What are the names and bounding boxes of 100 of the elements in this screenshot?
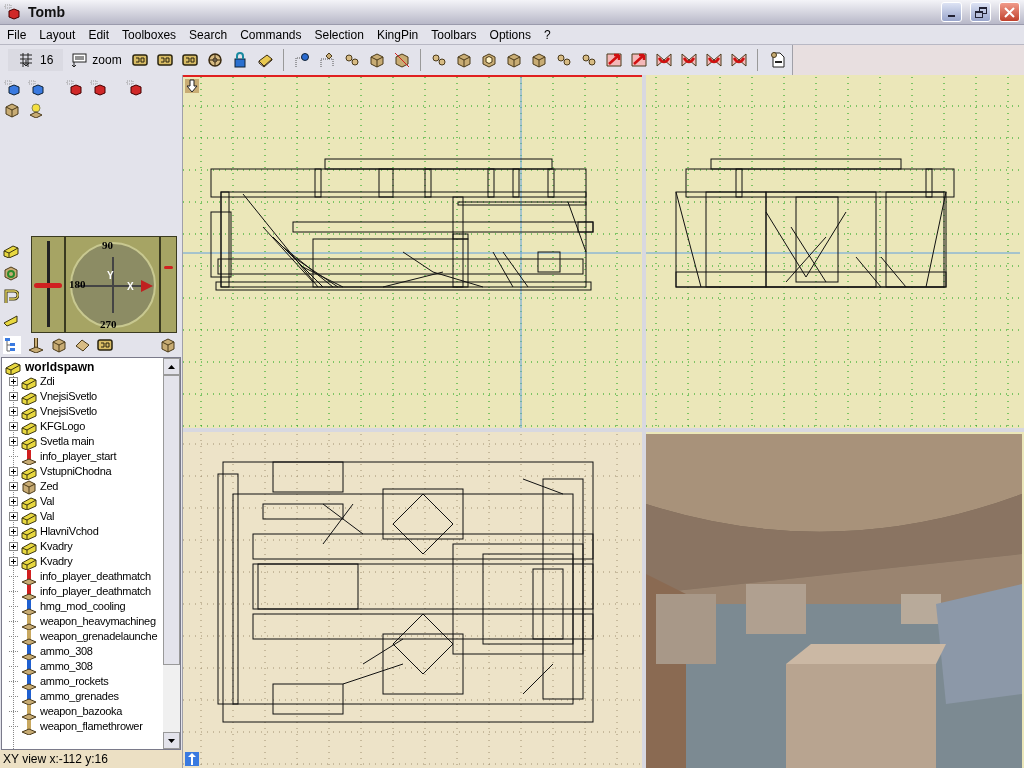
map-view[interactable] [646,75,1024,428]
restore-button[interactable] [970,2,991,22]
cube-icon[interactable] [455,52,472,68]
tree-item[interactable]: ammo_rockets [40,673,109,690]
bow-icon[interactable] [655,52,672,68]
menu-item[interactable]: Commands [235,25,307,44]
tree-item[interactable]: weapon_grenadelaunche [40,628,158,645]
cubes-icon[interactable] [555,52,572,68]
expand-button[interactable] [9,482,18,491]
tree-item[interactable]: info_player_deathmatch [40,583,151,600]
tree-view-tab[interactable] [3,336,21,354]
zoom-slider[interactable] [31,236,65,333]
expand-button[interactable] [9,557,18,566]
menu-item[interactable]: Edit [83,25,115,44]
tree-item[interactable]: Zdi [40,373,55,390]
expand-button[interactable] [9,392,18,401]
menu-item[interactable]: Search [184,25,233,44]
cube-icon[interactable] [368,52,385,68]
config-file-icon[interactable] [769,52,786,68]
close-button[interactable] [999,2,1020,22]
angle-compass[interactable]: 90 180 270 Y X [65,236,160,333]
tree-item[interactable]: info_player_start [40,448,117,465]
map-view[interactable] [183,75,642,428]
lock-icon[interactable] [231,52,248,68]
scroll-down-button[interactable] [163,732,180,749]
expand-button[interactable] [9,407,18,416]
cube-icon[interactable] [3,265,19,281]
cube-icon[interactable] [530,52,547,68]
tree-item[interactable]: Val [40,493,55,510]
tree-item[interactable]: Svetla main [40,433,95,450]
tree-item[interactable]: VnejsiSvetlo [40,388,97,405]
block-icon[interactable] [156,52,173,68]
cubes-icon[interactable] [343,52,360,68]
cubes-icon[interactable] [430,52,447,68]
slider-handle[interactable] [164,266,173,270]
tree-item[interactable]: HlavniVchod [40,523,99,540]
node-icon[interactable] [293,52,310,68]
cube-icon[interactable] [4,102,20,118]
cubes-icon[interactable] [580,52,597,68]
bow-icon[interactable] [705,52,722,68]
expand-button[interactable] [9,512,18,521]
face-icon[interactable] [74,337,90,353]
block-icon[interactable] [131,52,148,68]
block-icon[interactable] [181,52,198,68]
cube-icon[interactable] [126,80,142,96]
expand-button[interactable] [9,422,18,431]
tree-item[interactable]: weapon_heavymachineg [40,613,156,630]
block-icon[interactable] [97,337,113,353]
expand-button[interactable] [9,467,18,476]
expand-button[interactable] [9,377,18,386]
tree-item[interactable]: VstupniChodna [40,463,112,480]
bow-icon[interactable] [730,52,747,68]
node-icon[interactable] [318,52,335,68]
tree-item[interactable]: KFGLogo [40,418,85,435]
menu-item[interactable]: File [2,25,32,44]
expand-button[interactable] [9,527,18,536]
expand-button[interactable] [9,542,18,551]
cube-icon[interactable] [66,80,82,96]
expand-button[interactable] [9,437,18,446]
hook-icon[interactable] [3,288,19,304]
menu-item[interactable]: KingPin [371,25,424,44]
menu-item[interactable]: Selection [309,25,369,44]
tree-item[interactable]: weapon_flamethrower [40,718,143,735]
minimize-button[interactable] [941,2,962,22]
expand-button[interactable] [9,497,18,506]
menu-item[interactable]: Options [484,25,536,44]
tree-item[interactable]: ammo_308 [40,643,93,660]
tree-item[interactable]: Val [40,508,55,525]
redarrow-icon[interactable] [605,52,622,68]
tree-item[interactable]: Kvadry [40,553,73,570]
menu-item[interactable]: Layout [34,25,81,44]
scrollbar-thumb[interactable] [163,375,180,665]
zoom-button[interactable]: zoom [68,49,125,71]
light-icon[interactable] [28,102,44,118]
redarrow-icon[interactable] [630,52,647,68]
tree-item[interactable]: Zed [40,478,59,495]
cube-icon[interactable] [160,337,176,353]
height-slider[interactable] [160,236,177,333]
folder-icon[interactable] [3,242,19,258]
tree-item[interactable]: ammo_308 [40,658,93,675]
bow-icon[interactable] [680,52,697,68]
menu-item[interactable]: Toolboxes [117,25,182,44]
cube-icon[interactable] [28,80,44,96]
book-icon[interactable] [256,52,273,68]
tree-item[interactable]: info_player_deathmatch [40,568,151,585]
tree-item[interactable]: ammo_grenades [40,688,119,705]
up-arrow-icon[interactable] [185,752,199,766]
menu-item[interactable]: Toolbars [426,25,482,44]
wheel-icon[interactable] [206,52,223,68]
slider-handle[interactable] [34,283,62,288]
tree-item[interactable]: weapon_bazooka [40,703,123,720]
tree-item[interactable]: Kvadry [40,538,73,555]
tree-item[interactable]: VnejsiSvetlo [40,403,97,420]
entity-icon[interactable] [28,337,44,353]
down-arrow-icon[interactable] [185,79,199,93]
tree-item[interactable]: worldspawn [25,358,95,376]
menu-item[interactable]: ? [538,25,556,44]
scroll-up-button[interactable] [163,358,180,375]
cube-icon[interactable] [51,337,67,353]
grid-size-button[interactable]: 16 [8,49,64,71]
